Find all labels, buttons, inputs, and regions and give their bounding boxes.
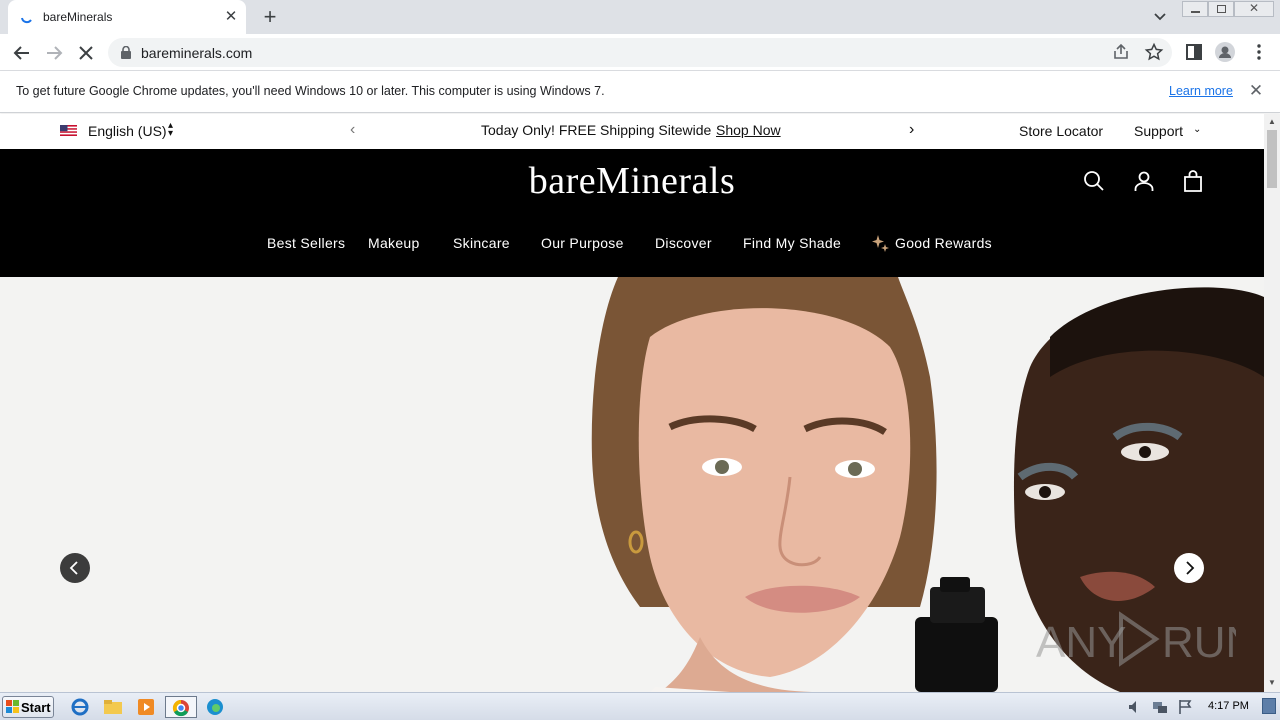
edge-icon[interactable] [203, 696, 227, 718]
learn-more-link[interactable]: Learn more [1169, 84, 1233, 98]
menu-kebab-icon[interactable] [1249, 42, 1269, 62]
promo-prev-chevron-icon[interactable]: ‹ [350, 121, 355, 139]
svg-text:ANY: ANY [1036, 618, 1126, 667]
store-locator-link[interactable]: Store Locator [1019, 123, 1103, 139]
shopping-bag-icon[interactable] [1181, 169, 1205, 193]
account-icon[interactable] [1132, 169, 1156, 193]
nav-item-skincare[interactable]: Skincare [453, 235, 510, 251]
browser-toolbar: bareminerals.com [0, 34, 1280, 71]
action-center-flag-icon[interactable] [1176, 696, 1194, 718]
site-header: bareMinerals Best Sellers Makeup Skincar… [0, 149, 1264, 277]
nav-item-good-rewards[interactable]: Good Rewards [895, 235, 992, 251]
minimize-button[interactable] [1182, 1, 1208, 17]
bookmark-star-icon[interactable] [1144, 42, 1164, 62]
chrome-taskbar-button[interactable] [165, 696, 197, 718]
promo-bar: English (US) ▴ ▾ ‹ Today Only! FREE Shipp… [0, 114, 1264, 149]
page-viewport: English (US) ▴ ▾ ‹ Today Only! FREE Shipp… [0, 114, 1264, 692]
tab-close-icon[interactable]: ✕ [222, 8, 240, 26]
tab-search-chevron-icon[interactable] [1150, 7, 1170, 27]
update-infobar: To get future Google Chrome updates, you… [0, 71, 1280, 113]
sparkle-icon [872, 235, 889, 252]
internet-explorer-icon[interactable] [68, 696, 92, 718]
chrome-icon [172, 699, 189, 717]
infobar-message: To get future Google Chrome updates, you… [16, 84, 605, 98]
show-desktop-button[interactable] [1262, 698, 1276, 714]
nav-item-makeup[interactable]: Makeup [368, 235, 420, 251]
window-close-button[interactable]: ✕ [1234, 1, 1274, 17]
infobar-close-icon[interactable]: ✕ [1247, 82, 1265, 100]
profile-avatar-icon[interactable] [1215, 42, 1235, 62]
promo-next-chevron-icon[interactable]: › [909, 121, 914, 139]
us-flag-icon [60, 125, 77, 136]
support-menu[interactable]: Support [1134, 123, 1183, 139]
url-text[interactable]: bareminerals.com [141, 45, 252, 61]
scroll-down-icon[interactable]: ▼ [1268, 678, 1276, 687]
scrollbar-thumb[interactable] [1267, 130, 1277, 188]
file-explorer-icon[interactable] [101, 696, 125, 718]
share-icon[interactable] [1111, 42, 1131, 62]
side-panel-icon[interactable] [1184, 42, 1204, 62]
search-icon[interactable] [1082, 169, 1106, 193]
media-player-icon[interactable] [134, 696, 158, 718]
lock-icon[interactable] [120, 46, 132, 59]
carousel-prev-button[interactable] [60, 553, 90, 583]
start-label: Start [21, 700, 51, 715]
support-chevron-down-icon[interactable]: ⌄ [1193, 124, 1201, 135]
watermark-logo: ANY RUN [1036, 611, 1236, 667]
restore-button[interactable] [1208, 1, 1234, 17]
volume-icon[interactable] [1126, 696, 1142, 718]
nav-item-our-purpose[interactable]: Our Purpose [541, 235, 624, 251]
main-nav: Best Sellers Makeup Skincare Our Purpose… [0, 235, 1264, 255]
network-icon[interactable] [1151, 696, 1169, 718]
svg-text:RUN: RUN [1162, 618, 1236, 667]
shop-now-link[interactable]: Shop Now [716, 122, 781, 138]
nav-item-best-sellers[interactable]: Best Sellers [267, 235, 345, 251]
taskbar-clock[interactable]: 4:17 PM [1208, 700, 1249, 712]
loading-spinner-icon [21, 17, 32, 24]
browser-tab[interactable]: bareMinerals ✕ [8, 0, 246, 34]
language-updown-icon[interactable]: ▴ ▾ [168, 121, 173, 139]
chevron-right-icon [1186, 561, 1195, 575]
back-arrow-icon[interactable] [11, 42, 33, 64]
tab-strip: bareMinerals ✕ + ✕ [0, 0, 1280, 34]
start-button[interactable]: Start [2, 696, 54, 718]
windows-taskbar: Start 4:17 PM [0, 692, 1280, 720]
windows-logo-icon [6, 700, 19, 713]
stop-loading-icon[interactable] [75, 42, 97, 64]
new-tab-button[interactable]: + [258, 6, 282, 30]
forward-arrow-icon[interactable] [43, 42, 65, 64]
chevron-left-icon [69, 561, 78, 575]
promo-text: Today Only! FREE Shipping Sitewide [481, 122, 712, 138]
hero-carousel: ANY RUN [0, 277, 1264, 692]
scroll-up-icon[interactable]: ▲ [1268, 117, 1276, 126]
tab-title: bareMinerals [43, 10, 113, 24]
page-scrollbar[interactable]: ▲ ▼ [1264, 114, 1280, 692]
carousel-next-button[interactable] [1174, 553, 1204, 583]
nav-item-discover[interactable]: Discover [655, 235, 712, 251]
brand-logo[interactable]: bareMinerals [0, 159, 1264, 203]
language-selector[interactable]: English (US) [88, 123, 167, 139]
address-bar[interactable]: bareminerals.com [108, 38, 1172, 67]
nav-item-find-my-shade[interactable]: Find My Shade [743, 235, 841, 251]
